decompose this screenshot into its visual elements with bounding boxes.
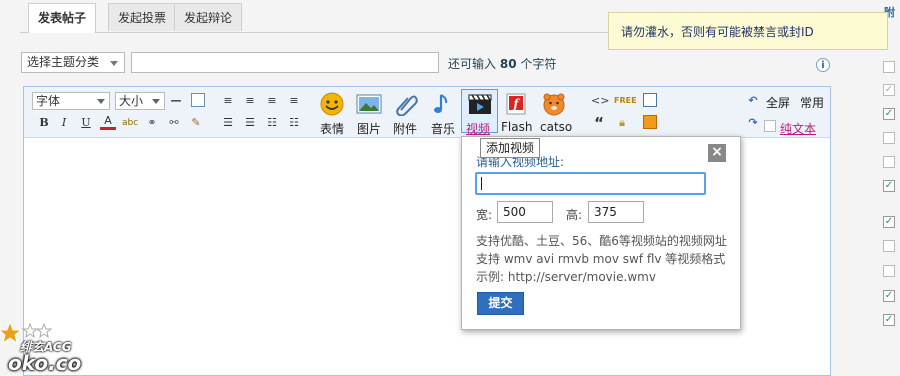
- option-checkbox[interactable]: [883, 265, 895, 277]
- size-select[interactable]: 大小: [115, 92, 165, 110]
- bold-icon[interactable]: B: [36, 115, 52, 131]
- video-label: 视频: [466, 122, 491, 136]
- remain-prefix: 还可输入: [448, 57, 497, 71]
- table-icon[interactable]: [191, 93, 205, 107]
- unordered-list-icon[interactable]: ☷: [286, 115, 302, 131]
- video-hover-tooltip: 添加视频: [480, 138, 541, 158]
- background-color-icon[interactable]: abc: [122, 115, 138, 131]
- submit-button[interactable]: 提交: [477, 292, 524, 315]
- option-checkbox[interactable]: [883, 132, 895, 144]
- unlink-icon[interactable]: ⚯: [166, 115, 182, 131]
- video-url-input[interactable]: [475, 172, 706, 195]
- video-icon: [466, 92, 494, 116]
- brush-icon[interactable]: ✎: [188, 115, 204, 131]
- video-note-example: 示例: http://server/movie.wmv: [476, 270, 656, 284]
- music-icon[interactable]: [428, 92, 456, 116]
- align-right-icon[interactable]: ≡: [264, 93, 280, 109]
- attachment-icon[interactable]: [392, 92, 420, 117]
- height-label: 高:: [566, 208, 583, 222]
- tab-new-poll[interactable]: 发起投票: [108, 3, 177, 31]
- horizontal-rule-icon[interactable]: —: [168, 93, 184, 109]
- align-left-icon[interactable]: ≡: [220, 93, 236, 109]
- option-checkbox[interactable]: ✓: [883, 84, 895, 96]
- remain-suffix: 个字符: [520, 57, 557, 71]
- font-select[interactable]: 字体: [32, 92, 110, 110]
- emoji-label: 表情: [320, 122, 345, 136]
- posting-hint: 请勿灌水，否则有可能被禁言或封ID: [608, 12, 888, 50]
- option-checkbox[interactable]: ✓: [883, 290, 895, 302]
- ordered-list-icon[interactable]: ☷: [264, 115, 280, 131]
- common-button[interactable]: 常用: [800, 94, 824, 111]
- catso-icon[interactable]: [540, 92, 568, 116]
- redo-icon[interactable]: ↷: [745, 115, 761, 131]
- align-center-icon[interactable]: ≡: [242, 93, 258, 109]
- chevron-down-icon: [97, 99, 105, 104]
- flash-label: Flash: [501, 120, 533, 134]
- size-select-value: 大小: [119, 94, 144, 108]
- italic-icon[interactable]: I: [56, 115, 72, 131]
- video-note-formats: 支持 wmv avi rmvb mov swf flv 等视频格式: [476, 252, 726, 266]
- watermark-logo: oko.co: [8, 351, 82, 375]
- option-checkbox[interactable]: ✓: [883, 216, 895, 228]
- width-label: 宽:: [476, 208, 493, 222]
- box-icon[interactable]: [643, 115, 657, 129]
- width-input[interactable]: 500: [497, 201, 553, 223]
- page-icon[interactable]: [643, 93, 657, 107]
- link-icon[interactable]: ⚭: [144, 115, 160, 131]
- option-checkbox[interactable]: [883, 156, 895, 168]
- font-select-value: 字体: [36, 94, 61, 108]
- option-checkbox[interactable]: [883, 240, 895, 252]
- tab-new-debate[interactable]: 发起辩论: [174, 3, 243, 31]
- option-checkbox[interactable]: ✓: [883, 108, 895, 120]
- underline-icon[interactable]: U: [78, 115, 94, 131]
- editor-toolbar: 字体 大小 — B I U A abc ⚭ ⚯ ✎ ≡ ≡ ≡ ≡ ☰ ☰ ☷ …: [24, 87, 830, 138]
- plain-text-label[interactable]: 纯文本: [780, 120, 816, 137]
- height-input[interactable]: 375: [588, 201, 644, 223]
- text-color-icon[interactable]: A: [100, 115, 116, 130]
- catso-label: catso: [540, 120, 573, 134]
- image-icon[interactable]: [355, 92, 383, 116]
- subject-input[interactable]: [131, 52, 439, 73]
- image-label: 图片: [357, 122, 382, 136]
- option-checkbox[interactable]: [883, 61, 895, 73]
- undo-icon[interactable]: ↶: [745, 93, 761, 109]
- video-note-sites: 支持优酷、土豆、56、酷6等视频站的视频网址: [476, 234, 727, 248]
- chevron-down-icon: [110, 61, 118, 66]
- plain-text-checkbox[interactable]: [764, 120, 776, 132]
- flash-icon[interactable]: f: [503, 92, 531, 116]
- text-caret: [481, 177, 482, 190]
- attachment-label: 附件: [393, 122, 418, 136]
- topic-select-value: 选择主题分类: [27, 55, 100, 69]
- code-icon[interactable]: <>: [591, 93, 609, 109]
- remain-count: 80: [499, 57, 517, 71]
- float-right-icon[interactable]: ☰: [242, 115, 258, 131]
- chevron-down-icon: [152, 99, 160, 104]
- char-remaining: 还可输入 80 个字符: [448, 55, 556, 72]
- close-icon[interactable]: ×: [708, 144, 726, 162]
- quote-icon[interactable]: “: [591, 115, 607, 131]
- fullscreen-button[interactable]: 全屏: [766, 94, 790, 111]
- lock-icon[interactable]: 🔒︎: [614, 115, 630, 131]
- topic-select[interactable]: 选择主题分类: [21, 52, 125, 73]
- tab-new-post[interactable]: 发表帖子: [28, 3, 97, 33]
- emoji-icon[interactable]: [318, 92, 346, 116]
- float-left-icon[interactable]: ☰: [220, 115, 236, 131]
- option-checkbox[interactable]: ✓: [883, 314, 895, 326]
- option-checkbox[interactable]: ✓: [883, 180, 895, 192]
- music-label: 音乐: [431, 122, 456, 136]
- justify-icon[interactable]: ≡: [286, 93, 302, 109]
- info-icon[interactable]: i: [816, 58, 830, 72]
- free-icon[interactable]: FREE: [614, 93, 637, 109]
